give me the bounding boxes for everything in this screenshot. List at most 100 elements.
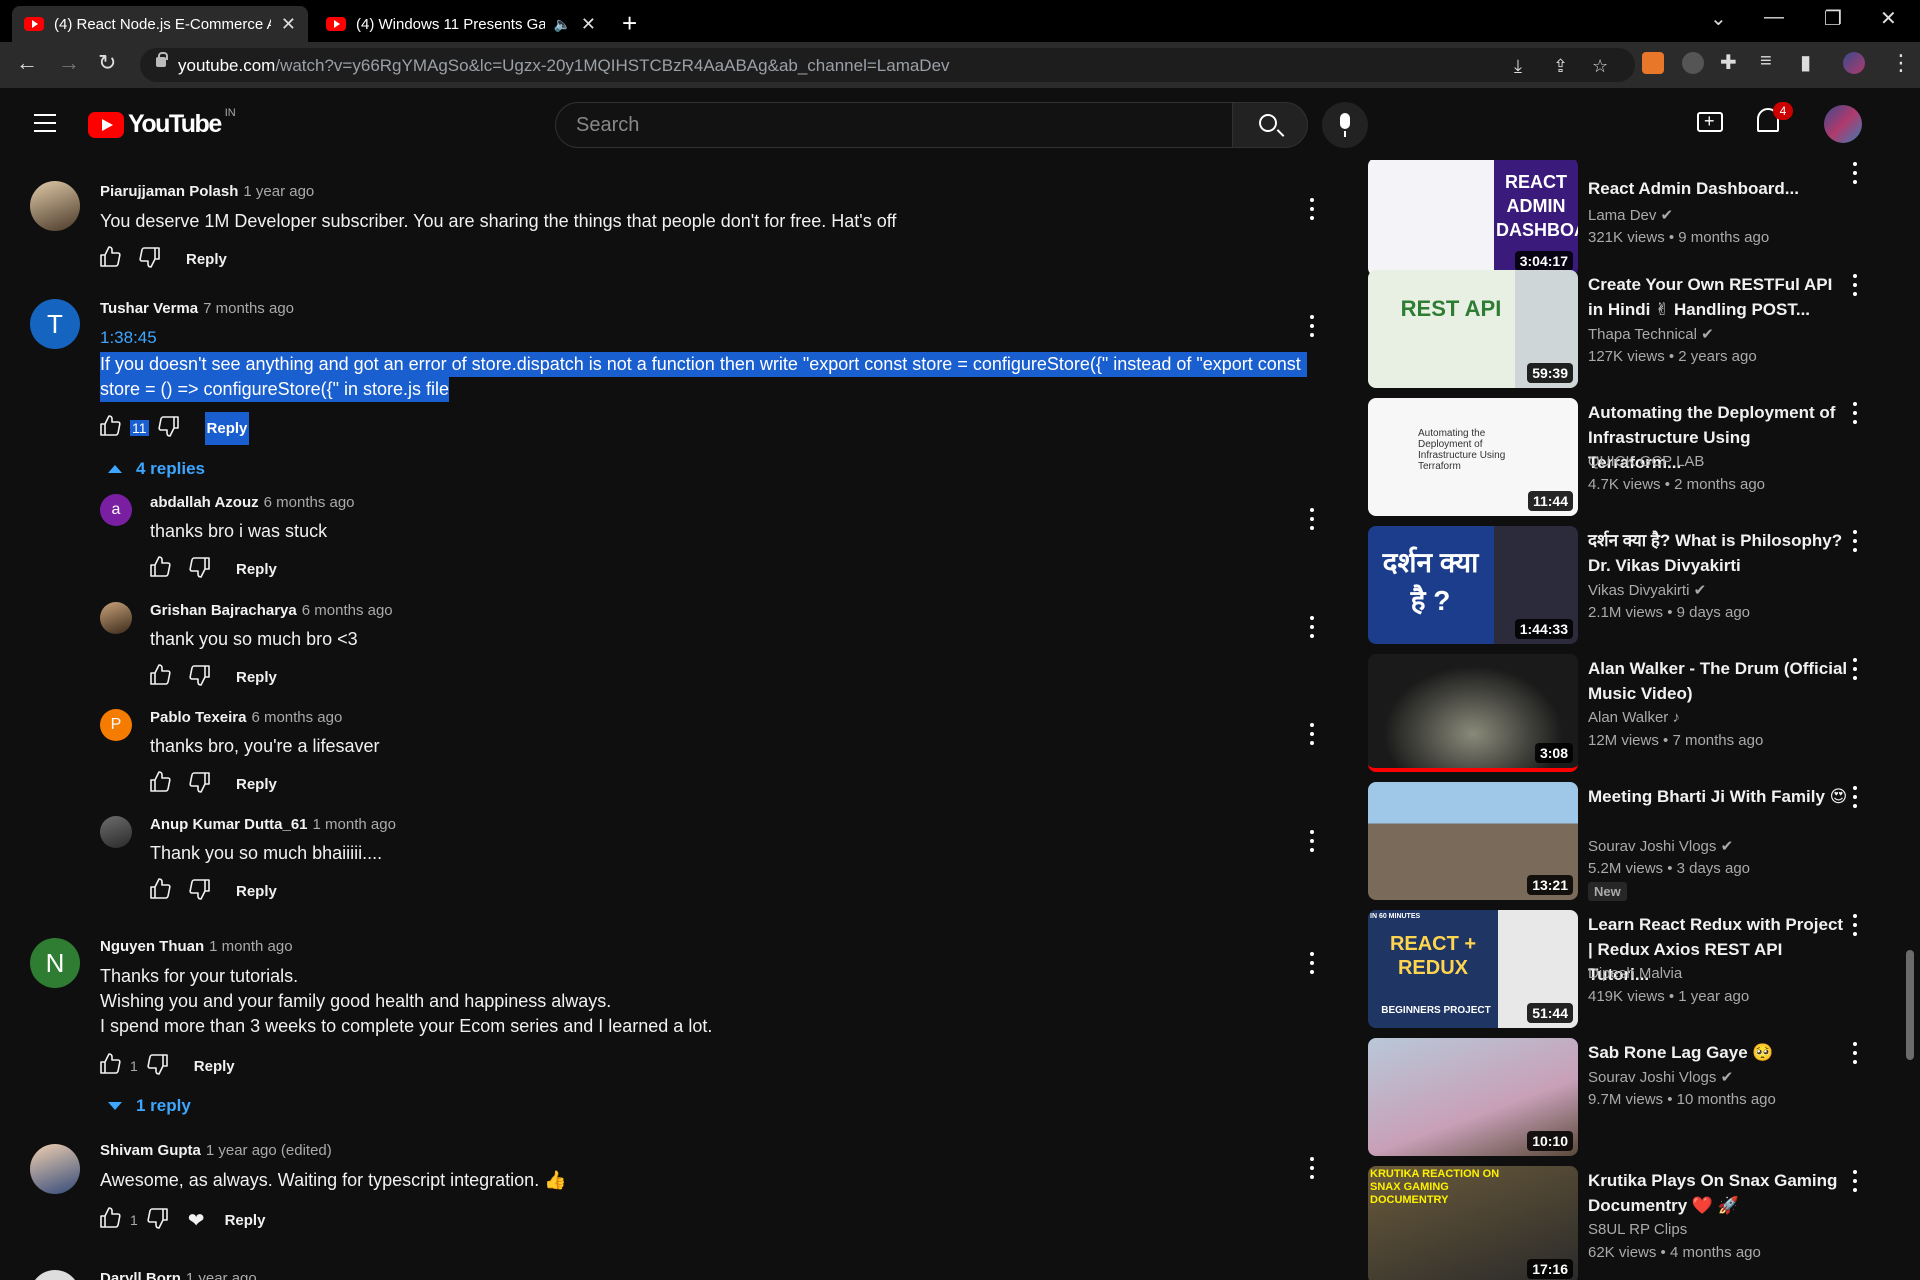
more-vert-icon[interactable] [1853,1170,1859,1192]
comment-time[interactable]: 1 year ago [243,183,314,200]
dislike-icon[interactable] [157,414,185,442]
channel-name[interactable]: Sourav Joshi Vlogs ✔ [1588,1068,1733,1086]
more-vert-icon[interactable] [1853,1042,1859,1064]
comment-author[interactable]: abdallah Azouz [150,494,259,511]
page-scrollbar[interactable] [1906,950,1914,1060]
more-vert-icon[interactable] [1853,402,1859,424]
more-vert-icon[interactable] [1853,658,1859,680]
more-vert-icon[interactable] [1853,162,1859,184]
channel-name[interactable]: Sourav Joshi Vlogs ✔ [1588,837,1733,855]
address-bar[interactable]: youtube.com/watch?v=y66RgYMAgSo&lc=Ugzx-… [140,48,1635,82]
dislike-icon[interactable] [188,770,216,798]
youtube-logo[interactable]: YouTube IN [88,107,236,139]
comment-author[interactable]: Grishan Bajracharya [150,602,297,619]
comment-time[interactable]: 6 months ago [264,494,355,511]
replies-toggle-button[interactable]: 4 replies [108,459,205,479]
comment-author[interactable]: Pablo Texeira [150,709,246,726]
related-video[interactable]: REACT ADMIN DASHBOARD 3:04:17 React Admi… [1368,160,1888,278]
avatar[interactable] [100,602,132,634]
more-vert-icon[interactable] [1310,1157,1316,1179]
comment-author[interactable]: Anup Kumar Dutta_61 [150,816,308,833]
comment-time[interactable]: 1 month ago [313,816,396,833]
video-title[interactable]: React Admin Dashboard... [1588,176,1848,201]
lock-icon[interactable] [156,52,168,67]
extension-icon[interactable] [1682,52,1704,74]
avatar[interactable]: T [30,299,80,349]
minimize-icon[interactable]: — [1764,6,1784,29]
like-icon[interactable] [98,1206,126,1234]
browser-tab-active[interactable]: (4) React Node.js E-Commerce App ✕ [12,6,308,42]
install-icon[interactable]: ⤓ [1514,56,1522,77]
browser-menu-icon[interactable]: ⋮ [1890,50,1912,76]
video-thumbnail[interactable]: Automating the Deployment of Infrastruct… [1368,398,1578,516]
comment-time[interactable]: 1 year ago [186,1270,257,1280]
video-thumbnail[interactable]: REST API 59:39 [1368,270,1578,388]
video-thumbnail[interactable]: REACT ADMIN DASHBOARD 3:04:17 [1368,160,1578,276]
extensions-icon[interactable]: ✚ [1720,50,1737,75]
close-window-icon[interactable]: ✕ [1880,6,1897,31]
comment-time[interactable]: 6 months ago [251,709,342,726]
reply-button[interactable]: Reply [225,1212,266,1229]
timestamp-link[interactable]: 1:38:45 [100,328,157,348]
channel-name[interactable]: Lama Dev ✔ [1588,206,1673,224]
like-icon[interactable] [148,770,176,798]
channel-name[interactable]: Alan Walker ♪ [1588,709,1680,726]
more-vert-icon[interactable] [1853,530,1859,552]
comment-author[interactable]: Nguyen Thuan [100,938,204,955]
avatar[interactable] [100,816,132,848]
more-vert-icon[interactable] [1853,914,1859,936]
dislike-icon[interactable] [188,555,216,583]
like-icon[interactable] [98,245,126,273]
related-video[interactable]: Automating the Deployment of Infrastruct… [1368,398,1888,518]
avatar[interactable]: N [30,938,80,988]
channel-name[interactable]: Thapa Technical ✔ [1588,325,1714,343]
more-vert-icon[interactable] [1853,786,1859,808]
dislike-icon[interactable] [146,1206,174,1234]
share-icon[interactable]: ⇪ [1553,56,1568,77]
more-vert-icon[interactable] [1853,274,1859,296]
video-thumbnail[interactable]: IN 60 MINUTES REACT + REDUX BEGINNERS PR… [1368,910,1578,1028]
more-vert-icon[interactable] [1310,198,1316,220]
comment-author[interactable]: Daryll Born [100,1270,181,1280]
video-title[interactable]: Meeting Bharti Ji With Family 😍 [1588,784,1848,809]
more-vert-icon[interactable] [1310,616,1316,638]
new-tab-icon[interactable]: + [622,8,637,39]
video-title[interactable]: दर्शन क्या है? What is Philosophy? Dr. V… [1588,528,1848,578]
like-icon[interactable] [148,663,176,691]
related-video[interactable]: 3:08 Alan Walker - The Drum (Official Mu… [1368,654,1888,774]
reply-button[interactable]: Reply [236,669,277,686]
reply-button[interactable]: Reply [204,411,250,445]
more-vert-icon[interactable] [1310,315,1316,337]
comment-author[interactable]: Tushar Verma [100,300,198,317]
dislike-icon[interactable] [188,877,216,905]
menu-icon[interactable] [34,114,56,132]
dislike-icon[interactable] [138,245,166,273]
related-video[interactable]: दर्शन क्या है ? 1:44:33 दर्शन क्या है? W… [1368,526,1888,646]
related-video[interactable]: KRUTIKA REACTION ON SNAX GAMING DOCUMENT… [1368,1166,1888,1280]
more-vert-icon[interactable] [1310,508,1316,530]
tab-search-chevron-icon[interactable]: ⌄ [1710,6,1727,31]
more-vert-icon[interactable] [1310,830,1316,852]
restore-icon[interactable]: ❐ [1824,6,1842,31]
related-video[interactable]: REST API 59:39 Create Your Own RESTFul A… [1368,270,1888,390]
avatar[interactable] [1824,105,1862,143]
like-icon[interactable] [98,414,126,442]
channel-name[interactable]: Dipesh Malvia [1588,965,1682,982]
video-thumbnail[interactable]: 3:08 [1368,654,1578,772]
channel-name[interactable]: S8UL RP Clips [1588,1221,1687,1238]
more-vert-icon[interactable] [1310,723,1316,745]
media-control-icon[interactable]: ≡ [1760,50,1772,73]
close-tab-icon[interactable]: ✕ [581,14,596,35]
search-button[interactable] [1232,102,1308,148]
video-thumbnail[interactable]: 10:10 [1368,1038,1578,1156]
video-thumbnail[interactable]: KRUTIKA REACTION ON SNAX GAMING DOCUMENT… [1368,1166,1578,1280]
replies-toggle-button[interactable]: 1 reply [108,1096,191,1116]
reply-button[interactable]: Reply [194,1058,235,1075]
search-input[interactable] [556,103,1232,147]
create-icon[interactable] [1697,111,1723,132]
video-title[interactable]: Create Your Own RESTFul API in Hindi ✌ H… [1588,272,1848,322]
forward-icon[interactable]: → [58,50,80,76]
like-icon[interactable] [148,555,176,583]
comment-time[interactable]: 1 month ago [209,938,292,955]
reply-button[interactable]: Reply [236,883,277,900]
